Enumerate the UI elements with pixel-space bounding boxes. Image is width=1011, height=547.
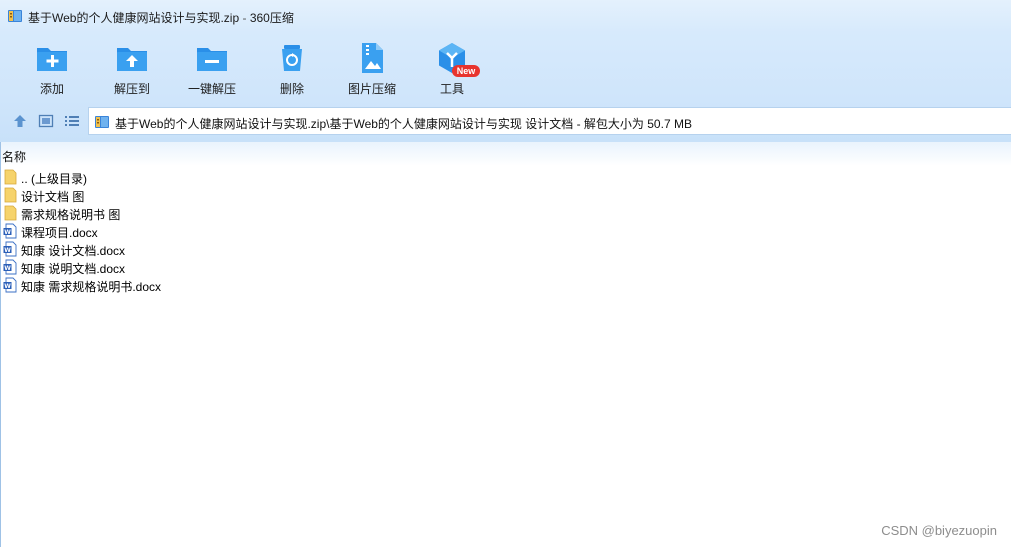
delete-button-label: 删除 (279, 82, 304, 96)
list-view-icon[interactable] (64, 113, 80, 129)
window-title-file: 基于Web的个人健康网站设计与实现.zip (28, 11, 240, 25)
folder-icon (4, 187, 17, 203)
add-button-label: 添加 (39, 82, 64, 96)
list-item-name: .. (上级目录) (21, 172, 87, 186)
list-item[interactable]: 需求规格说明书 图 (0, 204, 400, 222)
svg-text:W: W (4, 229, 11, 236)
list-item-name: 知康 设计文档.docx (21, 244, 126, 258)
file-list: .. (上级目录) 设计文档 图 需求规格说明书 图 W 课程项目.docx W… (0, 168, 1011, 294)
up-arrow-icon[interactable] (12, 113, 28, 129)
word-document-icon: W (3, 223, 17, 239)
list-item-name: 课程项目.docx (21, 226, 98, 240)
word-document-icon: W (3, 241, 17, 257)
image-compress-button-label: 图片压缩 (347, 82, 396, 96)
list-item-name: 知康 需求规格说明书.docx (21, 280, 162, 294)
tools-button-label: 工具 (439, 82, 464, 96)
thumbnail-view-icon[interactable] (38, 113, 54, 129)
folder-icon (4, 205, 17, 221)
one-click-extract-button[interactable]: 一键解压 (172, 38, 252, 98)
list-item[interactable]: W 知康 需求规格说明书.docx (0, 276, 400, 294)
list-item-name: 知康 说明文档.docx (21, 262, 126, 276)
folder-extract-icon (117, 48, 147, 71)
list-item-name: 设计文档 图 (21, 190, 85, 204)
list-item-parent-directory[interactable]: .. (上级目录) (0, 168, 400, 186)
svg-text:W: W (4, 247, 11, 254)
list-item-name: 需求规格说明书 图 (21, 208, 121, 222)
svg-text:W: W (4, 265, 11, 272)
list-item[interactable]: W 知康 设计文档.docx (0, 240, 400, 258)
one-click-extract-button-label: 一键解压 (187, 82, 236, 96)
recycle-bin-icon (282, 45, 302, 71)
window-title-separator: - (239, 11, 250, 25)
zip-archive-icon (95, 116, 109, 128)
address-field[interactable]: 基于Web的个人健康网站设计与实现.zip\基于Web的个人健康网站设计与实现 … (88, 107, 1011, 135)
svg-text:W: W (4, 283, 11, 290)
list-item[interactable]: 设计文档 图 (0, 186, 400, 204)
window-title: 基于Web的个人健康网站设计与实现.zip - 360压缩 (28, 9, 294, 26)
column-header-name[interactable]: 名称 (2, 148, 26, 165)
word-document-icon: W (3, 259, 17, 275)
extract-to-button-label: 解压到 (113, 82, 150, 96)
add-button[interactable]: 添加 (12, 38, 92, 98)
column-header: 名称 (0, 142, 1011, 166)
word-document-icon: W (3, 277, 17, 293)
list-item[interactable]: W 知康 说明文档.docx (0, 258, 400, 276)
toolbar: 添加 解压到 一键解压 删除 图片压缩 工具 New (0, 32, 1011, 100)
watermark: CSDN @biyezuopin (881, 523, 997, 538)
address-path: 基于Web的个人健康网站设计与实现.zip\基于Web的个人健康网站设计与实现 … (115, 117, 692, 131)
address-bar-row: 基于Web的个人健康网站设计与实现.zip\基于Web的个人健康网站设计与实现 … (0, 100, 1011, 142)
title-bar: 基于Web的个人健康网站设计与实现.zip - 360压缩 (0, 0, 1011, 32)
image-zip-icon (362, 43, 383, 73)
list-item[interactable]: W 课程项目.docx (0, 222, 400, 240)
zip-archive-icon (8, 10, 22, 22)
folder-plus-icon (37, 48, 67, 71)
folder-minus-icon (197, 48, 227, 71)
delete-button[interactable]: 删除 (252, 38, 332, 98)
extract-to-button[interactable]: 解压到 (92, 38, 172, 98)
folder-icon (4, 169, 17, 185)
image-compress-button[interactable]: 图片压缩 (332, 38, 412, 98)
new-badge: New (452, 65, 480, 77)
app-name: 360压缩 (249, 11, 294, 25)
